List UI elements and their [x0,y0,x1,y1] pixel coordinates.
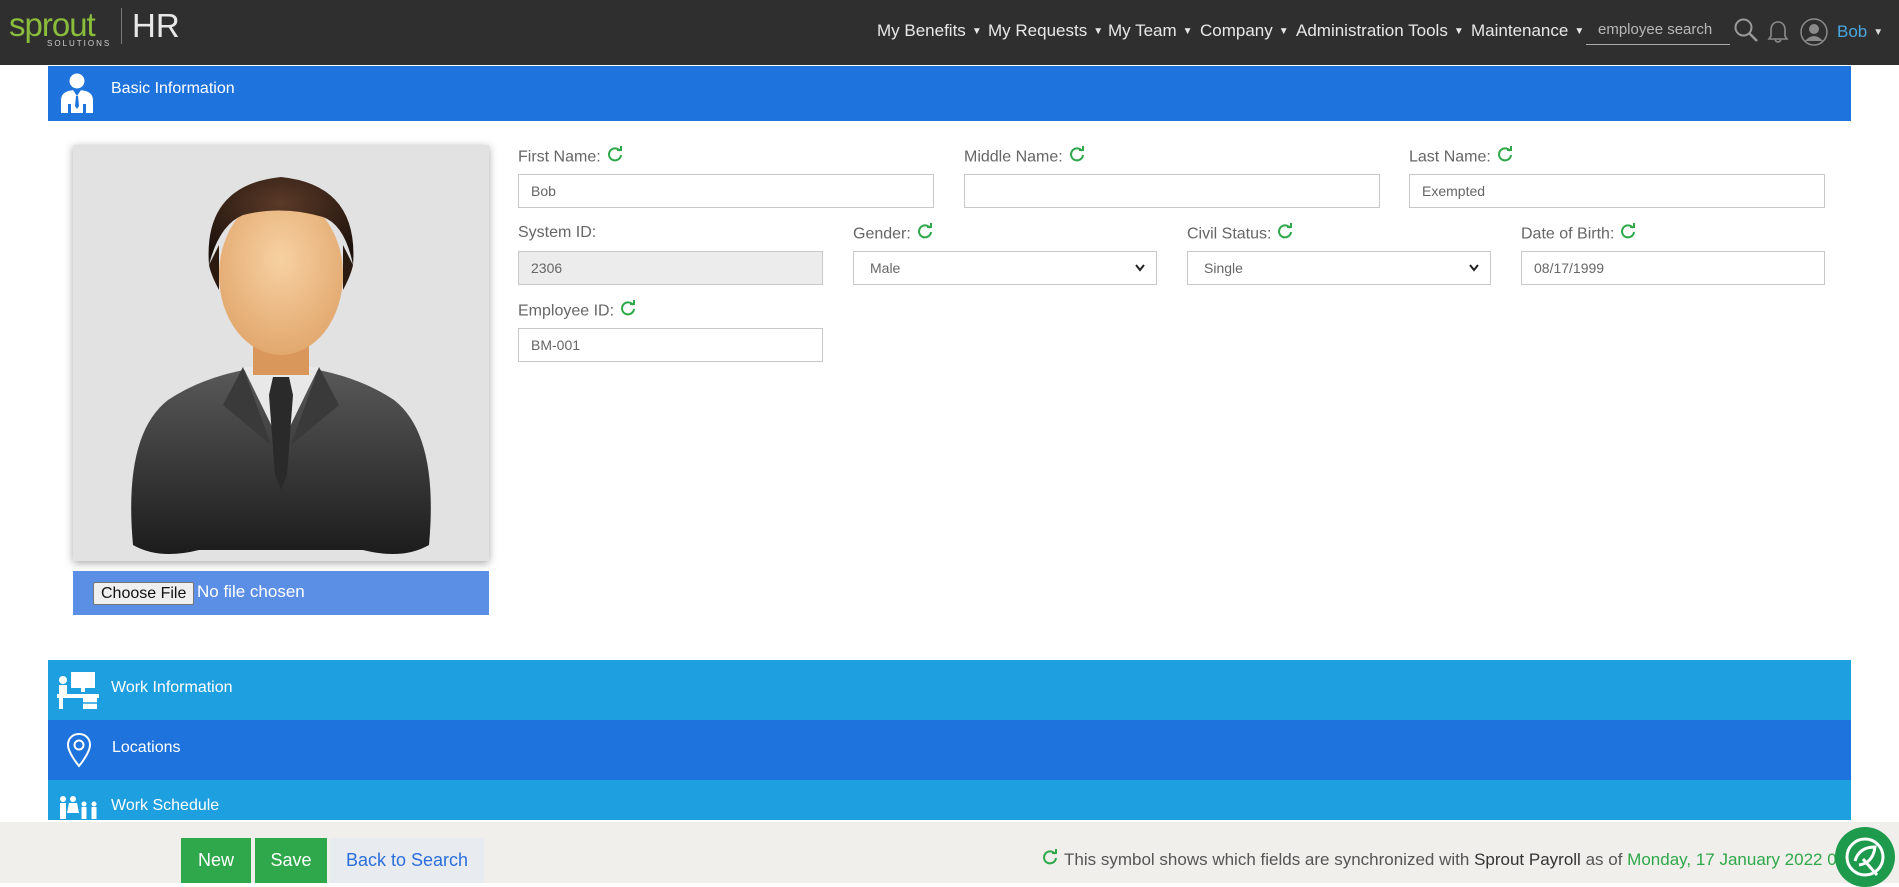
system-id-label: System ID: [518,224,597,241]
section-title: Work Schedule [111,797,220,814]
sync-icon [1277,223,1293,244]
nav-label: My Benefits [877,21,966,40]
nav-my-benefits[interactable]: My Benefits ▼ [877,21,982,43]
employee-id-field[interactable]: BM-001 [518,328,823,362]
location-pin-icon [66,732,92,773]
select-value: Single [1204,260,1243,276]
nav-administration-tools[interactable]: Administration Tools ▼ [1296,21,1464,43]
user-avatar-icon[interactable] [1800,18,1828,51]
section-basic-information[interactable]: Basic Information [48,66,1851,121]
civil-status-select[interactable]: Single [1187,251,1491,285]
label-text: Gender: [853,225,911,243]
label-text: First Name: [518,148,601,166]
nav-label: My Team [1108,21,1177,40]
nav-label: My Requests [988,21,1088,40]
sync-icon [620,300,636,321]
last-name-label: Last Name: [1409,146,1513,168]
section-title: Basic Information [111,80,235,97]
employee-photo [73,145,489,561]
user-name: Bob [1837,22,1868,41]
sync-icon [607,146,623,167]
sync-icon [917,223,933,244]
gender-label: Gender: [853,223,933,245]
sync-note-brand: Sprout Payroll [1474,850,1581,869]
bell-icon[interactable] [1767,20,1789,49]
select-value: Male [870,260,901,276]
employee-id-label: Employee ID: [518,300,636,322]
middle-name-field[interactable] [964,174,1380,208]
caret-down-icon: ▼ [1278,26,1289,37]
user-menu[interactable]: Bob ▼ [1837,22,1883,42]
section-locations[interactable]: Locations [48,720,1851,780]
app-name: HR [132,7,180,44]
caret-down-icon: ▼ [1093,26,1104,37]
middle-name-label: Middle Name: [964,146,1085,168]
caret-down-icon: ▼ [1873,27,1884,38]
logo-subtitle: SOLUTIONS [47,39,112,48]
logo-divider [121,8,122,44]
nav-company[interactable]: Company ▼ [1200,21,1289,43]
photo-upload-bar: Choose File No file chosen [73,571,489,615]
nav-label: Company [1200,21,1273,40]
date-of-birth-field[interactable]: 08/17/1999 [1521,251,1825,285]
sprout-leaf-icon [1843,835,1887,884]
gender-select[interactable]: Male [853,251,1157,285]
first-name-field[interactable]: Bob [518,174,934,208]
label-text: Middle Name: [964,148,1063,166]
nav-my-team[interactable]: My Team ▼ [1108,21,1193,43]
label-text: Civil Status: [1187,225,1272,243]
section-work-information[interactable]: Work Information [48,660,1851,720]
desk-icon [57,670,99,715]
caret-down-icon: ▼ [1182,26,1193,37]
label-text: Employee ID: [518,302,615,320]
sprout-help-button[interactable] [1835,827,1895,887]
sync-icon [1620,223,1636,244]
sync-icon [1042,849,1058,870]
chevron-down-icon [1134,252,1146,295]
top-navbar: sprout SOLUTIONS HR My Benefits ▼ My Requ… [0,0,1899,65]
nav-label: Maintenance [1471,21,1569,40]
sprout-logo[interactable]: sprout SOLUTIONS [9,6,112,48]
dob-label: Date of Birth: [1521,223,1636,245]
employee-search-input[interactable] [1586,15,1730,45]
section-title: Locations [112,739,181,756]
chevron-down-icon [1468,252,1480,295]
section-work-schedule[interactable]: Work Schedule [48,780,1851,820]
sync-note-text: as of [1585,850,1623,869]
sync-note-text: This symbol shows which fields are synch… [1064,850,1470,869]
nav-label: Administration Tools [1296,21,1448,40]
family-icon [58,796,100,825]
search-icon[interactable] [1733,17,1759,48]
first-name-label: First Name: [518,146,623,168]
new-button[interactable]: New [181,838,251,883]
choose-file-button[interactable]: Choose File [93,582,195,605]
sync-icon [1497,146,1513,167]
employee-icon [58,72,96,119]
label-text: Date of Birth: [1521,225,1615,243]
save-button[interactable]: Save [255,838,327,883]
civil-status-label: Civil Status: [1187,223,1293,245]
file-status: No file chosen [197,582,305,601]
caret-down-icon: ▼ [1574,26,1585,37]
caret-down-icon: ▼ [1453,26,1464,37]
label-text: Last Name: [1409,148,1491,166]
caret-down-icon: ▼ [971,26,982,37]
last-name-field[interactable]: Exempted [1409,174,1825,208]
nav-maintenance[interactable]: Maintenance ▼ [1471,21,1584,43]
sync-icon [1069,146,1085,167]
section-title: Work Information [111,679,233,696]
sync-legend: This symbol shows which fields are synch… [1042,849,1893,871]
back-to-search-button[interactable]: Back to Search [330,838,484,883]
nav-my-requests[interactable]: My Requests ▼ [988,21,1103,43]
system-id-field: 2306 [518,251,823,285]
